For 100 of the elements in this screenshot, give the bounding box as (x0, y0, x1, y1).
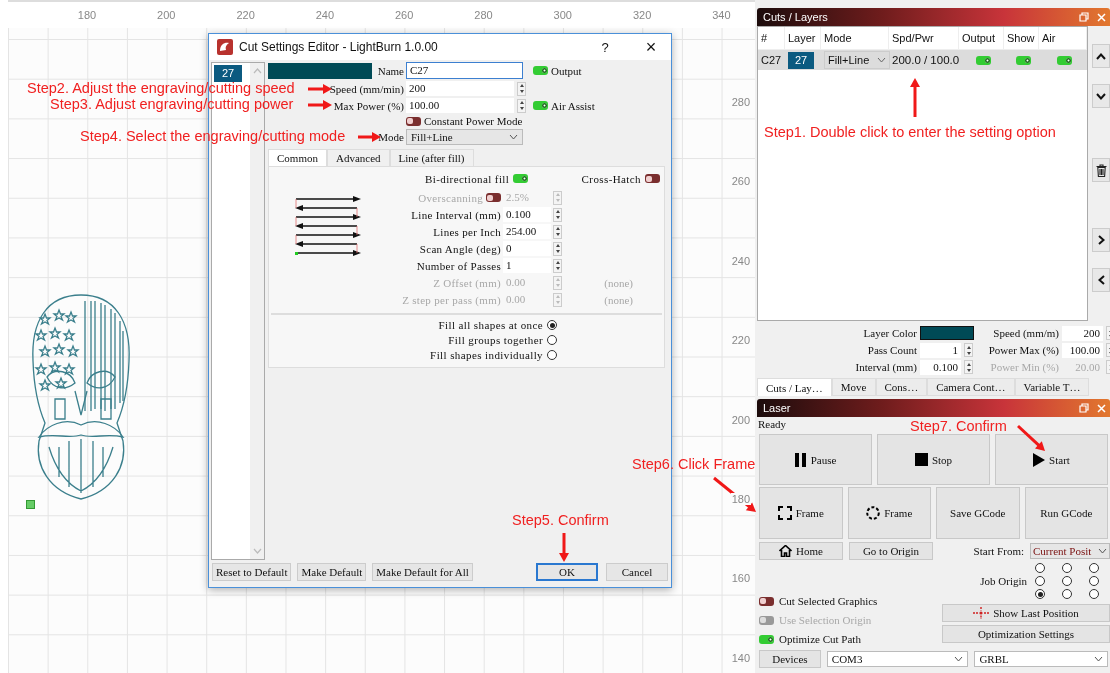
laser-button[interactable]: Frame (759, 487, 843, 539)
close-icon[interactable] (1097, 403, 1106, 413)
number-field[interactable]: 1 (920, 342, 961, 358)
toggle-switch[interactable] (533, 66, 548, 75)
layer-row[interactable]: C27 27 Fill+Line 200.0 / 100.0 (758, 50, 1087, 70)
home-button[interactable]: Home (759, 542, 843, 560)
chevron-down-icon (877, 57, 887, 63)
toggle-switch[interactable] (406, 116, 421, 126)
layer-color-swatch[interactable] (268, 62, 372, 79)
number-field[interactable]: 0 (503, 241, 551, 256)
field-label: Max Power (%) (333, 99, 404, 112)
tab[interactable]: Move (831, 378, 876, 396)
toggle-switch[interactable] (759, 634, 774, 644)
dialog-button[interactable]: Cancel (606, 563, 668, 581)
laser-button[interactable]: Frame (847, 487, 931, 539)
toggle-switch[interactable] (513, 174, 529, 183)
toggle-switch[interactable] (1015, 55, 1031, 65)
ruler-label: 160 (730, 572, 751, 585)
toggle-switch[interactable] (975, 55, 991, 65)
speed-field[interactable]: 200 (406, 81, 514, 96)
radio-button[interactable] (1062, 563, 1072, 573)
radio-label: Fill all shapes at once (438, 319, 543, 331)
spin-button[interactable] (517, 81, 526, 96)
column-header: Output (959, 27, 1004, 49)
spin-button[interactable] (553, 241, 562, 256)
radio-button[interactable] (547, 350, 557, 360)
tab[interactable]: Cuts / Lay… (757, 378, 832, 396)
close-button[interactable]: × (637, 36, 665, 58)
number-field[interactable]: 1 (503, 258, 551, 273)
start-from-dropdown[interactable]: Current Posit (1030, 543, 1110, 559)
tab[interactable]: Line (after fill) (389, 149, 474, 166)
toggle-switch[interactable] (1057, 55, 1072, 65)
left-button[interactable] (1092, 268, 1110, 292)
radio-button[interactable] (1062, 576, 1072, 586)
restore-icon[interactable] (1079, 12, 1089, 22)
mode-dropdown[interactable]: Fill+Line (406, 129, 523, 145)
tab[interactable]: Cons… (875, 378, 928, 396)
radio-button[interactable] (1089, 563, 1099, 573)
help-button[interactable]: ? (591, 39, 619, 55)
right-button[interactable] (1092, 228, 1110, 252)
dialog-button[interactable]: Make Default (297, 563, 367, 581)
ruler-label: 280 (473, 9, 494, 21)
laser-button[interactable]: Stop (877, 434, 990, 485)
pointer-arrow (559, 533, 569, 562)
caret-up-icon (252, 68, 262, 74)
dialog-button[interactable]: Reset to Default (212, 563, 292, 581)
radio-button[interactable] (1089, 589, 1099, 599)
dialog-button[interactable]: OK (536, 563, 598, 581)
tab[interactable]: Common (268, 149, 327, 166)
mode-dropdown[interactable]: Fill+Line (824, 51, 891, 69)
radio-button[interactable] (547, 320, 557, 330)
spin-button[interactable] (553, 207, 562, 222)
radio-button[interactable] (1089, 576, 1099, 586)
radio-button[interactable] (547, 335, 557, 345)
field-label: Name (377, 64, 404, 77)
spin-button[interactable] (964, 343, 973, 357)
devices-button[interactable]: Devices (759, 650, 821, 668)
port-dropdown[interactable]: COM3 (826, 651, 969, 667)
number-field[interactable]: 100.00 (1062, 342, 1103, 358)
toggle-switch[interactable] (759, 596, 774, 606)
controller-dropdown[interactable]: GRBL (974, 651, 1108, 667)
number-field[interactable]: 0.100 (920, 359, 961, 375)
tab[interactable]: Camera Cont… (927, 378, 1015, 396)
optimization-settings-button[interactable]: Optimization Settings (942, 625, 1110, 643)
delete-button[interactable] (1092, 158, 1110, 182)
restore-icon[interactable] (1079, 403, 1089, 413)
radio-button[interactable] (1035, 589, 1045, 599)
tab[interactable]: Variable T… (1014, 378, 1090, 396)
radio-button[interactable] (1035, 563, 1045, 573)
spin-button[interactable] (553, 224, 562, 239)
layer-color-swatch[interactable] (920, 326, 974, 340)
layer-item[interactable]: 27 (214, 65, 242, 82)
chevron-down-icon (954, 656, 964, 662)
radio-button[interactable] (1062, 589, 1072, 599)
toggle-switch[interactable] (533, 101, 548, 110)
spin-button[interactable] (964, 360, 973, 374)
laser-button[interactable]: Save GCode (936, 487, 1020, 539)
spin-button[interactable] (553, 258, 562, 273)
pause-icon (794, 452, 807, 467)
toggle-switch[interactable] (645, 174, 660, 183)
laser-button[interactable]: Pause (759, 434, 872, 485)
move-up-button[interactable] (1092, 44, 1110, 68)
toggle-label: Optimize Cut Path (779, 633, 861, 645)
max-power-field[interactable]: 100.00 (406, 98, 514, 113)
laser-button[interactable]: Run GCode (1024, 487, 1108, 539)
number-field[interactable]: 254.00 (503, 224, 551, 239)
close-icon[interactable] (1097, 12, 1106, 22)
go-to-origin-button[interactable]: Go to Origin (849, 542, 933, 560)
name-field[interactable]: C27 (406, 62, 523, 79)
radio-button[interactable] (1035, 576, 1045, 586)
spin-button[interactable] (517, 98, 526, 113)
field-label: Start From: (973, 545, 1024, 557)
move-down-button[interactable] (1092, 84, 1110, 108)
number-field[interactable]: 0.100 (503, 207, 551, 222)
dialog-button[interactable]: Make Default for All (372, 563, 473, 581)
number-field[interactable]: 200 (1062, 325, 1103, 341)
tab[interactable]: Advanced (326, 149, 390, 166)
show-last-position-button[interactable]: Show Last Position (942, 604, 1110, 622)
laser-button[interactable]: Start (995, 434, 1108, 485)
toggle-label: Output (551, 64, 582, 77)
